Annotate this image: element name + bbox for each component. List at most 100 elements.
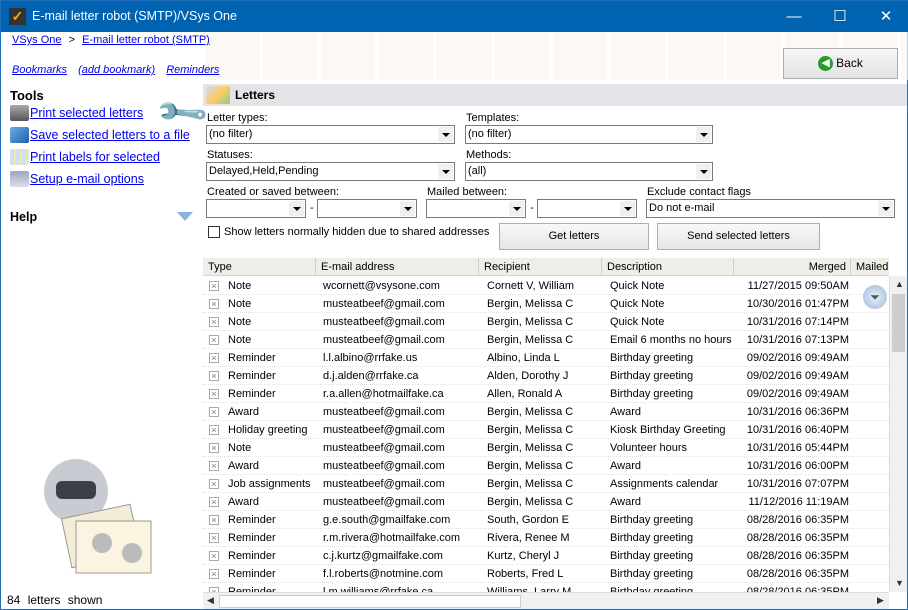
row-checkbox[interactable]: × (209, 515, 219, 525)
description-cell: Birthday greeting (610, 370, 694, 382)
table-header: Type E-mail address Recipient Descriptio… (203, 258, 889, 276)
table-row[interactable]: × Reminder r.a.allen@hotmailfake.ca Allen, … (203, 385, 889, 403)
add-bookmark-link[interactable]: (add bookmark) (78, 64, 155, 76)
row-checkbox[interactable]: × (209, 317, 219, 327)
row-checkbox[interactable]: × (209, 335, 219, 345)
scroll-right-icon[interactable]: ▶ (877, 595, 884, 606)
row-checkbox[interactable]: × (209, 443, 219, 453)
tools-heading: Tools (10, 88, 44, 103)
scroll-down-icon[interactable]: ▼ (895, 578, 904, 588)
row-checkbox[interactable]: × (209, 389, 219, 399)
table-row[interactable]: × Note musteatbeef@gmail.com Bergin, Meliss… (203, 295, 889, 313)
type-cell: Note (228, 316, 252, 328)
scroll-up-icon[interactable]: ▲ (895, 279, 904, 289)
save-selected-letters-link[interactable]: Save selected letters to a file (10, 127, 190, 143)
table-row[interactable]: × Job assignments musteatbeef@gmail.com Ber… (203, 475, 889, 493)
floppy-disk-icon (10, 127, 29, 143)
expand-help-icon[interactable] (177, 212, 193, 221)
column-header-email[interactable]: E-mail address (316, 258, 479, 276)
table-row[interactable]: × Note musteatbeef@gmail.com Bergin, Meliss… (203, 331, 889, 349)
vertical-scroll-thumb[interactable] (892, 294, 905, 352)
type-cell: Reminder (228, 370, 276, 382)
horizontal-scroll-thumb[interactable] (219, 595, 521, 608)
row-checkbox[interactable]: × (209, 281, 219, 291)
exclude-flags-select[interactable]: Do not e-mail (646, 199, 895, 218)
horizontal-scrollbar[interactable]: ◀ ▶ (203, 592, 889, 609)
table-row[interactable]: × Reminder c.j.kurtz@gmailfake.com Kurtz, C… (203, 547, 889, 565)
table-row[interactable]: × Note musteatbeef@gmail.com Bergin, Meliss… (203, 439, 889, 457)
letter-types-select[interactable]: (no filter) (206, 125, 455, 144)
column-header-description[interactable]: Description (602, 258, 734, 276)
row-checkbox[interactable]: × (209, 479, 219, 489)
statuses-select[interactable]: Delayed,Held,Pending (206, 162, 455, 181)
back-label: Back (836, 56, 863, 70)
row-checkbox[interactable]: × (209, 353, 219, 363)
table-row[interactable]: × Award musteatbeef@gmail.com Bergin, Melis… (203, 457, 889, 475)
table-row[interactable]: × Note musteatbeef@gmail.com Bergin, Meliss… (203, 313, 889, 331)
merged-cell: 10/30/2016 01:47PM (746, 298, 849, 310)
select-value: (no filter) (468, 128, 512, 140)
table-row[interactable]: × Reminder f.l.roberts@notmine.com Roberts,… (203, 565, 889, 583)
vertical-scrollbar[interactable]: ▲ ▼ (889, 276, 907, 592)
breadcrumb-current-link[interactable]: E-mail letter robot (SMTP) (82, 34, 210, 46)
merged-cell: 10/31/2016 06:36PM (746, 406, 849, 418)
robot-mascot-icon (44, 459, 152, 574)
minimize-button[interactable]: — (771, 1, 817, 32)
mailed-to-date[interactable] (537, 199, 637, 218)
print-selected-letters-link[interactable]: Print selected letters (10, 105, 143, 121)
description-cell: Birthday greeting (610, 550, 694, 562)
created-to-date[interactable] (317, 199, 417, 218)
row-checkbox[interactable]: × (209, 569, 219, 579)
row-checkbox[interactable]: × (209, 497, 219, 507)
breadcrumb-root-link[interactable]: VSys One (12, 34, 62, 46)
merged-cell: 10/31/2016 06:40PM (746, 424, 849, 436)
bookmark-bar: Bookmarks (add bookmark) Reminders (12, 64, 227, 76)
description-cell: Award (610, 496, 641, 508)
print-labels-link[interactable]: Print labels for selected (10, 149, 160, 165)
merged-cell: 10/31/2016 07:13PM (746, 334, 849, 346)
scroll-left-icon[interactable]: ◀ (207, 595, 214, 606)
type-cell: Award (228, 496, 259, 508)
maximize-button[interactable]: ☐ (817, 1, 863, 32)
row-checkbox[interactable]: × (209, 461, 219, 471)
row-checkbox[interactable]: × (209, 533, 219, 543)
templates-select[interactable]: (no filter) (465, 125, 713, 144)
column-header-merged[interactable]: Merged (734, 258, 851, 276)
table-row[interactable]: × Reminder r.m.rivera@hotmailfake.com River… (203, 529, 889, 547)
email-cell: l.l.albino@rrfake.us (323, 352, 418, 364)
row-checkbox[interactable]: × (209, 425, 219, 435)
table-row[interactable]: × Reminder d.j.alden@rrfake.ca Alden, Dorot… (203, 367, 889, 385)
range-dash: - (530, 202, 534, 214)
type-cell: Reminder (228, 352, 276, 364)
row-checkbox[interactable]: × (209, 551, 219, 561)
table-row[interactable]: × Holiday greeting musteatbeef@gmail.com Be… (203, 421, 889, 439)
bookmarks-link[interactable]: Bookmarks (12, 64, 67, 76)
column-header-recipient[interactable]: Recipient (479, 258, 602, 276)
table-row[interactable]: × Award musteatbeef@gmail.com Bergin, Melis… (203, 493, 889, 511)
table-row[interactable]: × Reminder g.e.south@gmailfake.com South, G… (203, 511, 889, 529)
row-checkbox[interactable]: × (209, 299, 219, 309)
table-row[interactable]: × Reminder l.l.albino@rrfake.us Albino, Lin… (203, 349, 889, 367)
column-header-mailed[interactable]: Mailed (851, 258, 889, 276)
table-row[interactable]: × Award musteatbeef@gmail.com Bergin, Melis… (203, 403, 889, 421)
table-row[interactable]: × Note wcornett@vsysone.com Cornett V, Will… (203, 277, 889, 295)
back-button[interactable]: ◀ Back (783, 48, 898, 79)
row-checkbox[interactable]: × (209, 407, 219, 417)
setup-email-options-link[interactable]: Setup e-mail options (10, 171, 144, 187)
get-letters-button[interactable]: Get letters (499, 223, 649, 250)
methods-select[interactable]: (all) (465, 162, 713, 181)
email-cell: g.e.south@gmailfake.com (323, 514, 451, 526)
table-row[interactable]: × Reminder l.m.williams@rrfake.ca Williams,… (203, 583, 889, 592)
description-cell: Email 6 months no hours (610, 334, 732, 346)
column-header-type[interactable]: Type (203, 258, 316, 276)
send-selected-letters-button[interactable]: Send selected letters (657, 223, 820, 250)
recipient-cell: Kurtz, Cheryl J (487, 550, 560, 562)
close-button[interactable]: ✕ (863, 1, 908, 32)
description-cell: Award (610, 406, 641, 418)
created-from-date[interactable] (206, 199, 306, 218)
mailed-from-date[interactable] (426, 199, 526, 218)
filter-funnel-icon[interactable]: ⏷ (863, 285, 887, 309)
show-hidden-checkbox[interactable] (208, 226, 220, 238)
reminders-link[interactable]: Reminders (166, 64, 219, 76)
row-checkbox[interactable]: × (209, 371, 219, 381)
